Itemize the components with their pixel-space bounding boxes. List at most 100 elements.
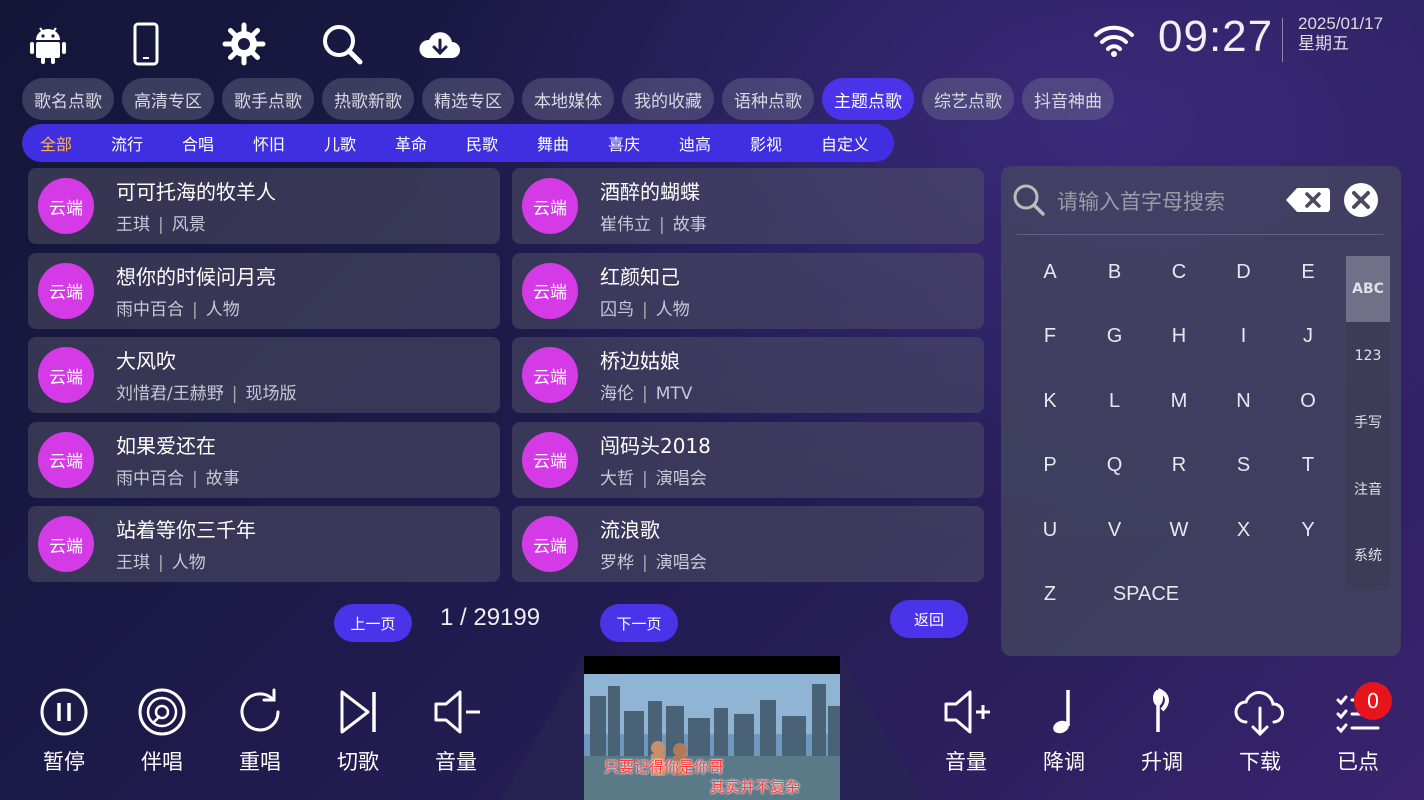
input-mode-button[interactable]: 注音 [1346,456,1390,522]
key-letter[interactable]: K [1025,381,1075,421]
song-card[interactable]: 云端 站着等你三千年 王琪 | 人物 [28,506,500,582]
tab-category[interactable]: 歌名点歌 [22,78,114,120]
pitch-up-control[interactable]: 升调 [1127,686,1197,776]
song-title: 红颜知己 [600,264,680,289]
subtab-theme[interactable]: 流行 [111,131,182,155]
key-letter[interactable]: Q [1090,446,1140,486]
key-letter[interactable]: M [1154,381,1204,421]
subtab-theme[interactable]: 怀旧 [253,131,324,155]
tab-category[interactable]: 热歌新歌 [322,78,414,120]
subtab-theme[interactable]: 革命 [395,131,466,155]
song-card[interactable]: 云端 闯码头2018 大哲 | 演唱会 [512,421,984,498]
key-letter[interactable]: I [1219,317,1269,357]
pitch-down-icon [1053,690,1070,734]
key-letter[interactable]: C [1154,252,1204,292]
subtab-theme[interactable]: 自定义 [821,131,892,155]
search-input[interactable]: 请输入首字母搜索 [1057,186,1225,216]
video-preview[interactable]: 只要记得你是你哥 其实并不复杂 [584,656,840,800]
meta-separator: | [158,215,164,235]
pause-control[interactable]: 暂停 [29,686,99,776]
volume-down-control[interactable]: 音量 [421,686,491,776]
song-artist: 崔伟立 [600,215,651,235]
subtab-theme[interactable]: 民歌 [466,131,537,155]
cloud-badge: 云端 [522,262,578,319]
search-icon[interactable] [318,20,366,68]
next-page-button[interactable]: 下一页 [600,604,678,642]
key-letter[interactable]: E [1283,252,1333,292]
key-letter[interactable]: G [1090,317,1140,357]
song-meta: 囚鸟 | 人物 [600,295,690,320]
key-letter[interactable]: F [1025,317,1075,357]
status-divider [1282,18,1283,62]
song-card[interactable]: 云端 流浪歌 罗桦 | 演唱会 [512,506,984,582]
song-card[interactable]: 云端 大风吹 刘惜君/王赫野 | 现场版 [28,337,500,413]
key-letter[interactable]: R [1154,446,1204,486]
tab-category[interactable]: 抖音神曲 [1022,78,1114,120]
subtab-theme[interactable]: 儿歌 [324,131,395,155]
input-mode-button[interactable]: 123 [1346,323,1390,389]
pitch-down-control[interactable]: 降调 [1029,686,1099,776]
volume-up-icon [944,690,990,734]
key-space[interactable]: SPACE [1101,575,1191,615]
key-letter[interactable]: W [1154,510,1204,550]
tab-category[interactable]: 综艺点歌 [922,78,1014,120]
key-letter[interactable]: O [1283,381,1333,421]
subtab-theme[interactable]: 合唱 [182,131,253,155]
phone-icon[interactable] [122,20,170,68]
replay-control[interactable]: 重唱 [225,686,295,776]
key-letter[interactable]: Y [1283,510,1333,550]
key-letter[interactable]: P [1025,446,1075,486]
meta-separator: | [192,299,198,320]
key-letter[interactable]: L [1090,381,1140,421]
song-card[interactable]: 云端 红颜知己囚鸟 | 人物 [512,252,984,329]
close-icon[interactable] [1343,182,1379,218]
tab-category[interactable]: 主题点歌 [822,78,914,120]
backspace-icon[interactable] [1285,186,1331,214]
cloud-badge: 云端 [38,178,94,234]
download-control[interactable]: 下载 [1225,686,1295,776]
song-card[interactable]: 云端 酒醉的蝴蝶 崔伟立 | 故事 [512,168,984,244]
tab-category[interactable]: 我的收藏 [622,78,714,120]
key-letter[interactable]: J [1283,317,1333,357]
android-icon[interactable] [24,20,72,68]
back-button[interactable]: 返回 [890,600,968,638]
subtab-theme[interactable]: 迪高 [679,131,750,155]
tab-category[interactable]: 语种点歌 [722,78,814,120]
key-letter[interactable]: D [1219,252,1269,292]
input-mode-button[interactable]: 系统 [1346,522,1390,588]
tab-category[interactable]: 高清专区 [122,78,214,120]
song-meta: 大哲 | 演唱会 [600,464,707,489]
volume-up-control[interactable]: 音量 [931,686,1001,776]
key-letter[interactable]: X [1219,510,1269,550]
input-mode-button[interactable]: 手写 [1346,389,1390,455]
song-card[interactable]: 云端 可可托海的牧羊人 王琪 | 风景 [28,168,500,244]
subtab-theme[interactable]: 全部 [40,131,111,155]
key-letter[interactable]: S [1219,446,1269,486]
song-tag: 故事 [672,215,707,235]
tab-category[interactable]: 本地媒体 [522,78,614,120]
key-letter[interactable]: B [1090,252,1140,292]
accompany-icon [138,688,186,736]
key-letter[interactable]: Z [1025,575,1075,615]
prev-page-button[interactable]: 上一页 [334,604,412,642]
key-letter[interactable]: N [1219,381,1269,421]
key-letter[interactable]: A [1025,252,1075,292]
input-mode-button[interactable]: ABC [1346,256,1390,322]
key-letter[interactable]: V [1090,510,1140,550]
song-card[interactable]: 云端 想你的时候问月亮 雨中百合 | 人物 [28,252,500,329]
subtab-theme[interactable]: 影视 [750,131,821,155]
song-card[interactable]: 云端 桥边姑娘 海伦 | MTV [512,337,984,413]
key-letter[interactable]: U [1025,510,1075,550]
subtab-theme[interactable]: 舞曲 [537,131,608,155]
accompany-control[interactable]: 伴唱 [127,686,197,776]
subtab-theme[interactable]: 喜庆 [608,131,679,155]
settings-icon[interactable] [220,20,268,68]
key-letter[interactable]: H [1154,317,1204,357]
song-card[interactable]: 云端 如果爱还在 雨中百合 | 故事 [28,421,500,498]
song-artist: 王琪 [116,215,150,235]
tab-category[interactable]: 歌手点歌 [222,78,314,120]
key-letter[interactable]: T [1283,446,1333,486]
tab-category[interactable]: 精选专区 [422,78,514,120]
cloud-download-icon[interactable] [416,20,464,68]
skip-control[interactable]: 切歌 [323,686,393,776]
